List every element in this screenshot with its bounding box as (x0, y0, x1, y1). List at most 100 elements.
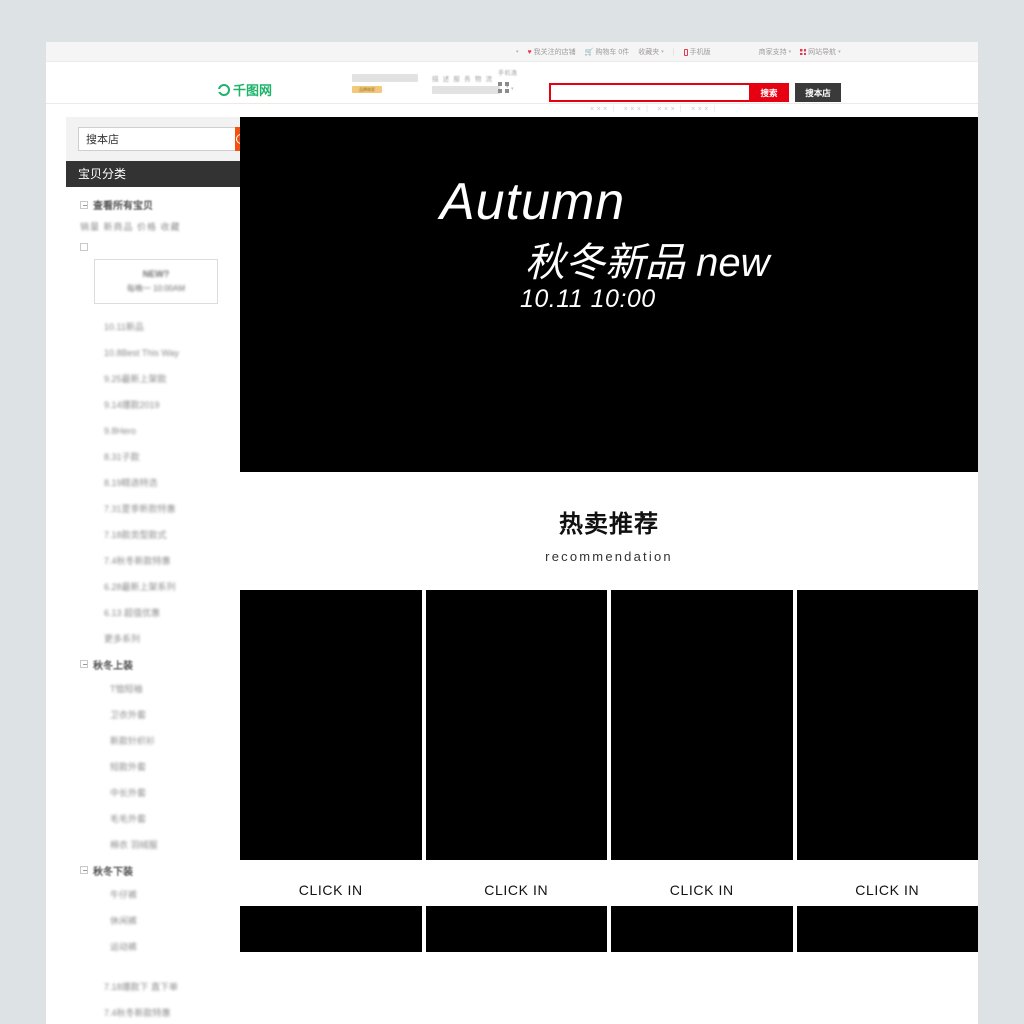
sidebar-item[interactable]: 8.19精选特选 (66, 470, 259, 496)
sidebar-item[interactable]: 卫衣外套 (66, 702, 259, 728)
logo-circle-icon (217, 83, 230, 96)
product-image (796, 590, 978, 860)
sidebar-item[interactable]: 6.28最新上架系列 (66, 574, 259, 600)
sidebar-item[interactable]: 9.8Hero (66, 418, 259, 444)
qr-code-icon (498, 81, 509, 93)
product-image (240, 590, 422, 860)
product-image (240, 906, 422, 952)
sidebar-item[interactable]: 更多系列 (66, 626, 259, 652)
chevron-down-icon: ▾ (511, 86, 514, 92)
product-card[interactable] (240, 906, 422, 952)
sidebar-item[interactable]: 休闲裤 (66, 908, 259, 934)
topbar-item-favorite-shops[interactable]: ♥ 我关注的店铺 (528, 47, 576, 57)
topbar-label-favorite-shops: 我关注的店铺 (533, 49, 576, 56)
sidebar-item[interactable]: 8.31子款 (66, 444, 259, 470)
product-grid-row-1: CLICK IN CLICK IN CLICK IN CLICK IN (240, 590, 978, 906)
topbar-label-collection: 收藏夹 (638, 49, 660, 56)
search-button[interactable]: 搜索 (749, 83, 789, 102)
service-metrics-placeholder (432, 86, 500, 94)
topbar-label-merchant-support: 商家支持 (758, 49, 787, 56)
collapse-toggle-icon[interactable] (80, 200, 88, 209)
product-click-in-label[interactable]: CLICK IN (426, 860, 608, 906)
sidebar-item[interactable]: T恤短袖 (66, 676, 259, 702)
sidebar-item[interactable]: 短款外套 (66, 754, 259, 780)
sidebar-item[interactable]: 7.4秋冬新款特惠 (66, 1000, 259, 1024)
collapse-toggle-icon[interactable] (80, 866, 88, 874)
sidebar-item[interactable]: 7.18款类型款式 (66, 522, 259, 548)
topbar-item-site-nav[interactable]: 网站导航 ▾ (800, 47, 841, 57)
sidebar-item[interactable]: 运动裤 (66, 934, 259, 960)
chevron-down-icon: ▾ (788, 49, 792, 55)
sidebar-item[interactable]: 7.18爆款下 直下单 (66, 974, 259, 1000)
search-bar: 搜索 搜本店 (549, 83, 841, 102)
product-image (425, 906, 607, 952)
product-click-in-label[interactable]: CLICK IN (797, 860, 979, 906)
sidebar-item[interactable]: 9.14爆款2019 (66, 392, 259, 418)
sidebar-item[interactable]: 9.25最新上架款 (66, 366, 259, 392)
topbar-item-mobile[interactable]: 手机版 (683, 47, 711, 57)
sidebar-group-autumn-bottoms-items: 牛仔裤 休闲裤 运动裤 (66, 882, 259, 960)
product-card[interactable] (425, 906, 607, 952)
recommendation-subtitle: recommendation (545, 549, 673, 564)
cart-icon: 🛒 (584, 49, 594, 56)
coupon-box[interactable]: NEW? 每晚一 10:00AM (94, 259, 218, 304)
category-header: 宝贝分类 (66, 161, 259, 187)
service-metrics-label: 描 述 服 务 物 流 (432, 76, 494, 83)
product-card[interactable] (796, 906, 978, 952)
product-grid-row-2 (240, 906, 978, 952)
topbar-item-merchant-support[interactable]: 商家支持 ▾ (759, 47, 792, 57)
sidebar-group-autumn-tops-items: T恤短袖 卫衣外套 新款针织衫 短款外套 中长外套 毛毛外套 棉衣 羽绒服 (66, 676, 259, 858)
sidebar-group-autumn-tops[interactable]: 秋冬上装 (66, 652, 259, 676)
mobile-version-block[interactable]: 手机逸 ▾ (498, 68, 538, 95)
product-card[interactable]: CLICK IN (425, 590, 608, 906)
coupon-line-1: NEW? (142, 269, 170, 279)
collapse-toggle-icon[interactable] (80, 660, 88, 668)
sidebar-group-label: 秋冬下装 (93, 866, 133, 878)
page-root: ▾ ♥ 我关注的店铺 🛒 购物车 0件 收藏夹 ▾ | 手机版 商家支持 ▾ 网… (0, 0, 1024, 1024)
product-card[interactable]: CLICK IN (796, 590, 979, 906)
shop-search-input[interactable] (78, 127, 235, 151)
sidebar-item[interactable]: 新款针织衫 (66, 728, 259, 754)
shop-search-button[interactable]: 搜本店 (795, 83, 841, 102)
product-click-in-label[interactable]: CLICK IN (611, 860, 793, 906)
hero-banner[interactable]: Autumn 秋冬新品 new 10.11 10:00 (240, 117, 978, 472)
sidebar-item[interactable]: 中长外套 (66, 780, 259, 806)
mobile-version-label: 手机逸 (498, 71, 518, 77)
sidebar-item[interactable]: 牛仔裤 (66, 882, 259, 908)
topbar-item-cart[interactable]: 🛒 购物车 0件 (585, 47, 630, 57)
product-card[interactable]: CLICK IN (240, 590, 422, 906)
hero-time: 10.11 10:00 (520, 285, 656, 313)
top-utility-items: ▾ ♥ 我关注的店铺 🛒 购物车 0件 收藏夹 ▾ | 手机版 商家支持 ▾ 网… (516, 42, 841, 62)
shop-badge: 品牌商家 (352, 86, 382, 93)
sidebar-item[interactable]: 毛毛外套 (66, 806, 259, 832)
top-utility-bar: ▾ ♥ 我关注的店铺 🛒 购物车 0件 收藏夹 ▾ | 手机版 商家支持 ▾ 网… (46, 42, 978, 62)
sidebar-item[interactable]: 10.11新品 (66, 314, 259, 340)
category-body: 查看所有宝贝 销量 新商品 价格 收藏 NEW? 每晚一 10:00AM 10.… (66, 187, 259, 1024)
product-click-in-label[interactable]: CLICK IN (240, 860, 422, 906)
coupon-line-2: 每晚一 10:00AM (126, 284, 186, 293)
topbar-item-collection[interactable]: 收藏夹 ▾ (638, 47, 664, 57)
sort-options[interactable]: 销量 新商品 价格 收藏 (66, 220, 259, 233)
category-view-all[interactable]: 查看所有宝贝 (66, 197, 259, 212)
grid-icon (800, 49, 807, 55)
chevron-down-icon: ▾ (661, 49, 664, 55)
search-hotwords[interactable]: ×××｜ ×××｜ ×××｜ ×××｜ (590, 104, 720, 114)
site-logo[interactable]: 千图网 (217, 80, 272, 99)
sidebar-item[interactable]: 7.31夏季新款特惠 (66, 496, 259, 522)
sidebar-item[interactable]: 7.4秋冬新款特惠 (66, 548, 259, 574)
coupon-toggle-row[interactable] (66, 243, 259, 251)
product-card[interactable]: CLICK IN (611, 590, 793, 906)
expand-toggle-icon[interactable] (80, 243, 88, 251)
sidebar-item[interactable]: 10.8Best This Way (66, 340, 259, 366)
shop-info-block: 品牌商家 描 述 服 务 物 流 ▾ (310, 68, 509, 102)
hero-headline-en: Autumn (440, 173, 626, 231)
product-card[interactable] (611, 906, 793, 952)
topbar-separator: | (672, 48, 675, 56)
sidebar-item[interactable]: 棉衣 羽绒服 (66, 832, 259, 858)
chevron-down-icon: ▾ (516, 49, 519, 55)
sidebar-item[interactable]: 6.13 超值优惠 (66, 600, 259, 626)
sidebar-group-autumn-bottoms[interactable]: 秋冬下装 (66, 858, 259, 882)
product-image (425, 590, 607, 860)
search-input[interactable] (549, 83, 749, 102)
